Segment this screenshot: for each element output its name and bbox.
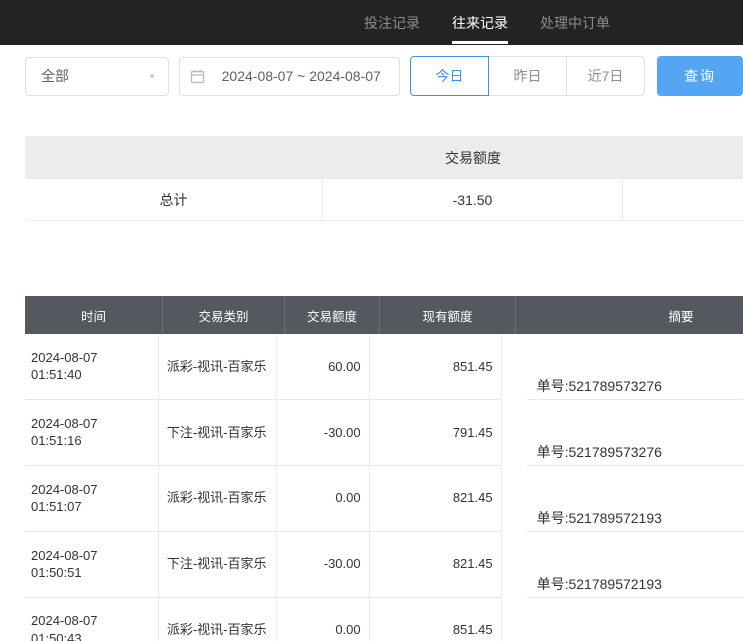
table-row: 2024-08-07 01:50:43 派彩-视讯-百家乐 0.00 851.4… [25, 598, 743, 641]
today-button[interactable]: 今日 [410, 56, 489, 96]
quick-date-group: 今日 昨日 近7日 [410, 56, 645, 96]
last-7-days-button[interactable]: 近7日 [566, 56, 645, 96]
tab-processing-orders[interactable]: 处理中订单 [540, 0, 610, 45]
cell-time: 2024-08-07 01:50:51 [25, 532, 159, 598]
table-row: 2024-08-07 01:51:16 下注-视讯-百家乐 -30.00 791… [25, 400, 743, 466]
cell-type: 派彩-视讯-百家乐 [159, 598, 277, 641]
cell-time: 2024-08-07 01:50:43 [25, 598, 159, 641]
type-select-value: 全部 [41, 66, 148, 86]
cell-summary: 单号:521789572193 [527, 572, 743, 598]
summary-total-row: 总计 -31.50 [25, 179, 743, 221]
chevron-down-icon: ▼ [148, 72, 157, 80]
header-amount: 交易额度 [285, 296, 380, 334]
cell-amount: -30.00 [277, 532, 369, 598]
cell-amount: 0.00 [277, 466, 369, 532]
type-select[interactable]: 全部 ▼ [25, 57, 169, 96]
cell-time: 2024-08-07 01:51:16 [25, 400, 159, 466]
tab-betting-records[interactable]: 投注记录 [364, 0, 420, 45]
records-table: 时间 交易类别 交易额度 现有额度 摘要 2024-08-07 01:51:40… [25, 296, 743, 641]
summary-header-empty [25, 136, 323, 179]
cell-type: 派彩-视讯-百家乐 [159, 334, 277, 400]
transactions-page: 投注记录 往来记录 处理中订单 全部 ▼ 2024-08-07 ~ 2024-0… [0, 0, 743, 641]
cell-time: 2024-08-07 01:51:07 [25, 466, 159, 532]
cell-summary: 单号:521789572193 [527, 506, 743, 532]
summary-table: 交易额度 总计 -31.50 [25, 136, 743, 221]
summary-header-clipped [623, 136, 743, 179]
records-header-row: 时间 交易类别 交易额度 现有额度 摘要 [25, 296, 743, 334]
calendar-icon [190, 69, 205, 84]
summary-header-row: 交易额度 [25, 136, 743, 179]
cell-summary: 单号:521789573276 [527, 374, 743, 400]
cell-time: 2024-08-07 01:51:40 [25, 334, 159, 400]
cell-amount: 60.00 [277, 334, 369, 400]
cell-balance: 851.45 [370, 334, 502, 400]
tab-transaction-records[interactable]: 往来记录 [452, 0, 508, 45]
header-time: 时间 [25, 296, 163, 334]
table-row: 2024-08-07 01:50:51 下注-视讯-百家乐 -30.00 821… [25, 532, 743, 598]
cell-summary: 单号:521789573276 [527, 440, 743, 466]
header-balance: 现有额度 [380, 296, 516, 334]
summary-total-label: 总计 [25, 179, 323, 220]
top-nav: 投注记录 往来记录 处理中订单 [0, 0, 743, 45]
cell-type: 下注-视讯-百家乐 [159, 400, 277, 466]
cell-amount: 0.00 [277, 598, 369, 641]
date-range-value: 2024-08-07 ~ 2024-08-07 [213, 68, 389, 84]
summary-header-amount: 交易额度 [323, 136, 623, 179]
header-summary: 摘要 [516, 296, 743, 334]
cell-balance: 821.45 [370, 532, 502, 598]
query-button[interactable]: 查询 [657, 56, 743, 96]
cell-balance: 791.45 [370, 400, 502, 466]
yesterday-button[interactable]: 昨日 [488, 56, 567, 96]
cell-balance: 851.45 [370, 598, 502, 641]
header-type: 交易类别 [163, 296, 285, 334]
table-row: 2024-08-07 01:51:07 派彩-视讯-百家乐 0.00 821.4… [25, 466, 743, 532]
cell-balance: 821.45 [370, 466, 502, 532]
summary-total-amount: -31.50 [323, 179, 623, 220]
table-row: 2024-08-07 01:51:40 派彩-视讯-百家乐 60.00 851.… [25, 334, 743, 400]
date-range-input[interactable]: 2024-08-07 ~ 2024-08-07 [179, 57, 400, 96]
cell-type: 下注-视讯-百家乐 [159, 532, 277, 598]
cell-type: 派彩-视讯-百家乐 [159, 466, 277, 532]
cell-summary: 单号:521789571308 [527, 638, 743, 641]
cell-amount: -30.00 [277, 400, 369, 466]
filter-bar: 全部 ▼ 2024-08-07 ~ 2024-08-07 今日 昨日 近7日 查… [25, 56, 743, 96]
summary-total-clipped [623, 179, 743, 220]
